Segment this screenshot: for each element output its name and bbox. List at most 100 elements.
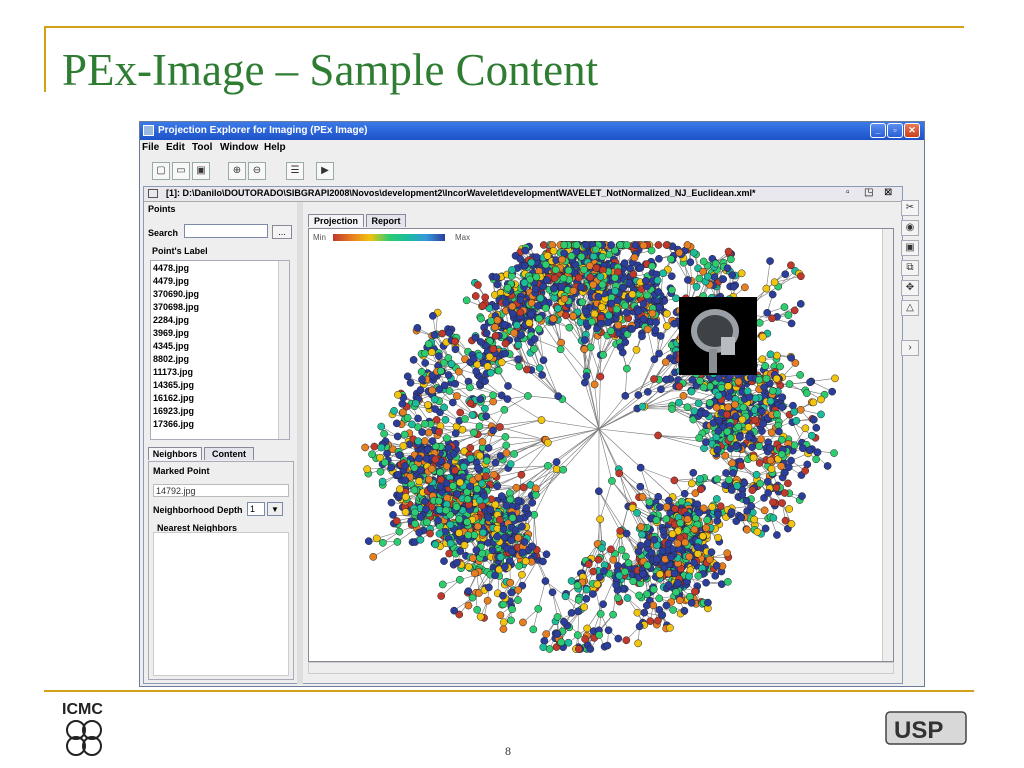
graph-node[interactable] [435,352,443,361]
graph-node[interactable] [613,296,622,305]
graph-node[interactable] [830,449,838,457]
graph-node[interactable] [443,434,451,442]
graph-node[interactable] [436,367,445,375]
graph-node[interactable] [662,241,671,249]
graph-node[interactable] [643,561,652,570]
graph-node[interactable] [452,503,461,511]
graph-node[interactable] [724,382,733,391]
graph-node[interactable] [643,325,652,334]
graph-node[interactable] [772,483,781,492]
graph-node[interactable] [652,318,660,327]
graph-node[interactable] [524,392,532,400]
graph-node[interactable] [744,423,753,432]
list-item[interactable]: 16923.jpg [153,406,194,416]
graph-node[interactable] [719,275,728,284]
list-item[interactable]: 11173.jpg [153,367,193,377]
menu-help[interactable]: Help [264,142,286,153]
graph-node[interactable] [456,547,465,555]
graph-node[interactable] [761,362,770,370]
graph-node[interactable] [451,337,459,346]
graph-node[interactable] [364,537,373,545]
graph-node[interactable] [714,391,723,400]
graph-node[interactable] [778,403,786,412]
graph-node[interactable] [539,356,548,365]
graph-node[interactable] [603,641,612,650]
graph-node[interactable] [643,388,652,396]
graph-node[interactable] [428,386,436,395]
graph-node[interactable] [600,567,608,575]
graph-node[interactable] [745,432,753,441]
graph-node[interactable] [690,558,698,567]
graph-node[interactable] [683,241,692,249]
graph-node[interactable] [514,355,522,364]
graph-node[interactable] [560,295,569,303]
graph-node[interactable] [521,246,530,255]
graph-node[interactable] [636,482,645,491]
graph-node[interactable] [510,450,519,458]
graph-node[interactable] [530,345,538,353]
graph-node[interactable] [695,434,704,442]
graph-node[interactable] [651,325,660,334]
graph-node[interactable] [517,331,526,339]
graph-node[interactable] [514,534,523,542]
graph-node[interactable] [481,404,489,413]
graph-node[interactable] [727,508,736,516]
graph-node[interactable] [557,282,566,291]
graph-node[interactable] [440,403,448,412]
graph-node[interactable] [552,465,561,474]
graph-node[interactable] [768,314,776,323]
graph-node[interactable] [411,399,420,408]
graph-node[interactable] [664,581,673,589]
graph-node[interactable] [812,423,821,432]
graph-node[interactable] [421,359,430,367]
graph-node[interactable] [717,383,726,392]
graph-node[interactable] [463,495,472,504]
graph-node[interactable] [455,575,464,584]
graph-node[interactable] [681,538,689,547]
graph-node[interactable] [453,392,461,400]
graph-node[interactable] [612,581,621,589]
graph-node[interactable] [361,443,369,452]
graph-node[interactable] [728,459,737,468]
graph-node[interactable] [710,273,719,281]
graph-node[interactable] [725,475,733,484]
graph-node[interactable] [525,319,534,327]
graph-node[interactable] [769,498,777,507]
graph-node[interactable] [764,489,773,497]
graph-node[interactable] [574,607,582,616]
graph-node[interactable] [670,569,679,578]
graph-node[interactable] [394,470,402,479]
graph-node[interactable] [431,540,440,549]
graph-node[interactable] [482,472,490,481]
graph-node[interactable] [662,322,671,330]
graph-node[interactable] [729,282,738,291]
graph-node[interactable] [434,516,442,525]
graph-node[interactable] [675,398,683,407]
graph-node[interactable] [662,601,671,610]
graph-node[interactable] [797,272,805,281]
graph-node[interactable] [445,387,454,395]
graph-node[interactable] [449,398,457,407]
graph-node[interactable] [552,458,561,466]
graph-node[interactable] [729,469,737,477]
graph-node[interactable] [767,465,776,473]
graph-node[interactable] [478,438,487,446]
graph-node[interactable] [659,269,667,278]
graph-node[interactable] [451,345,460,354]
graph-node[interactable] [655,349,663,358]
graph-node[interactable] [656,503,664,512]
graph-node[interactable] [464,531,473,539]
points-list[interactable]: 4478.jpg 4479.jpg 370690.jpg 370698.jpg … [150,260,290,440]
graph-node[interactable] [694,399,703,408]
graph-node[interactable] [514,596,522,604]
graph-node[interactable] [527,310,535,319]
graph-node[interactable] [696,377,704,385]
list-item[interactable]: 4479.jpg [153,276,189,286]
graph-node[interactable] [476,338,485,346]
graph-node[interactable] [638,402,647,411]
graph-node[interactable] [479,528,487,537]
graph-node[interactable] [595,487,603,496]
graph-node[interactable] [693,549,702,558]
graph-node[interactable] [682,526,691,534]
graph-node[interactable] [790,306,799,315]
